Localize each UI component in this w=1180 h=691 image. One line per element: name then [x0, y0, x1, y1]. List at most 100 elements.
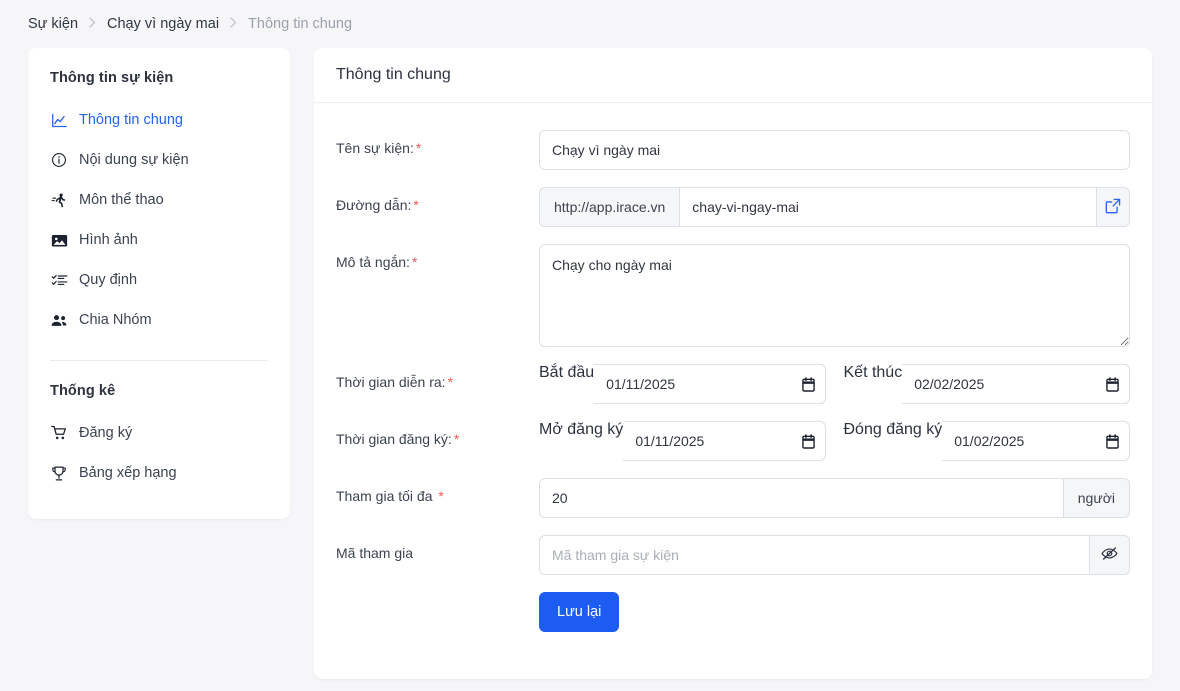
sidebar: Thông tin sự kiện Thông tin chung Nội du… [28, 48, 290, 519]
sidebar-item-label: Bảng xếp hạng [79, 465, 177, 481]
breadcrumb: Sự kiện Chạy vì ngày mai Thông tin chung [0, 0, 1180, 48]
label-event-name: Tên sự kiện: * [336, 130, 539, 157]
list-check-icon [50, 271, 68, 289]
cart-icon [50, 424, 68, 442]
save-button[interactable]: Lưu lại [539, 592, 620, 632]
chart-line-icon [50, 111, 68, 129]
register-open-group: Mở đăng ký 01/11/2025 [539, 421, 826, 461]
required-marker: * [411, 254, 418, 270]
image-icon [50, 231, 68, 249]
short-desc-textarea[interactable] [539, 244, 1130, 347]
breadcrumb-item-su-kien[interactable]: Sự kiện [28, 16, 78, 32]
sidebar-divider [50, 360, 268, 361]
sidebar-section-title-event-info: Thông tin sự kiện [50, 70, 174, 86]
label-text: Tên sự kiện: [336, 140, 414, 156]
register-close-date-input[interactable]: 01/02/2025 [942, 421, 1130, 461]
sidebar-item-noi-dung-su-kien[interactable]: Nội dung sự kiện [50, 140, 268, 180]
label-text: Đường dẫn: [336, 197, 412, 213]
form-row-slug: Đường dẫn: * http://app.irace.vn [336, 187, 1130, 227]
max-participants-suffix-addon: người [1063, 478, 1130, 518]
sidebar-item-hinh-anh[interactable]: Hình ảnh [50, 220, 268, 260]
form-row-short-desc: Mô tả ngắn: * [336, 244, 1130, 347]
label-register-time: Thời gian đăng ký: * [336, 421, 539, 448]
required-marker: * [413, 197, 419, 213]
sidebar-item-label: Nội dung sự kiện [79, 152, 189, 168]
register-open-date-input[interactable]: 01/11/2025 [623, 421, 826, 461]
form-row-actions: Lưu lại [336, 592, 1130, 632]
sidebar-section-title-stats: Thống kê [50, 383, 116, 399]
register-close-date-value: 01/02/2025 [954, 433, 1025, 449]
max-participants-input-group: người [539, 478, 1130, 518]
sidebar-item-thong-tin-chung[interactable]: Thông tin chung [50, 100, 268, 140]
general-info-form: Tên sự kiện:* Đường dẫn:* http://app.ira… [314, 103, 1152, 679]
register-close-group: Đóng đăng ký 01/02/2025 [843, 421, 1130, 461]
sidebar-item-dang-ky[interactable]: Đăng ký [50, 413, 268, 453]
control-event-time: Bắt đầu 01/11/2025 Kết thúc 02/02/2025 [539, 364, 1130, 404]
required-marker: * [447, 374, 454, 390]
required-marker: * [438, 488, 444, 504]
sidebar-item-quy-dinh[interactable]: Quy định [50, 260, 268, 300]
required-marker: * [453, 431, 460, 447]
join-code-input[interactable] [539, 535, 1091, 575]
label-max-participants: Tham gia tối đa * [336, 478, 539, 505]
register-open-date-value: 01/11/2025 [635, 433, 705, 449]
sidebar-item-label: Thông tin chung [79, 112, 183, 128]
open-link-button[interactable] [1096, 187, 1130, 227]
control-max-participants: người [539, 478, 1130, 518]
sidebar-item-chia-nhom[interactable]: Chia Nhóm [50, 300, 268, 340]
label-join-code: Mã tham gia [336, 545, 414, 561]
label-text: Thời gian đăng ký: [336, 431, 452, 447]
control-short-desc [539, 244, 1130, 347]
label-text: Tham gia tối đa [336, 488, 433, 504]
eye-slash-icon [1101, 546, 1118, 564]
sidebar-item-mon-the-thao[interactable]: Môn thể thao [50, 180, 268, 220]
external-link-icon [1105, 198, 1121, 217]
event-end-date-input[interactable]: 02/02/2025 [902, 364, 1130, 404]
chevron-right-icon [89, 16, 96, 30]
control-join-code [539, 535, 1130, 575]
calendar-icon[interactable] [801, 376, 815, 392]
event-end-group: Kết thúc 02/02/2025 [843, 364, 1130, 404]
sidebar-item-label: Hình ảnh [79, 232, 138, 248]
trophy-icon [50, 464, 68, 482]
form-row-event-time: Thời gian diễn ra:* Bắt đầu 01/11/2025 [336, 364, 1130, 404]
slug-input[interactable] [679, 187, 1097, 227]
slug-prefix-addon: http://app.irace.vn [539, 187, 680, 227]
label-short-desc: Mô tả ngắn: * [336, 244, 539, 271]
event-start-group: Bắt đầu 01/11/2025 [539, 364, 826, 404]
form-row-register-time: Thời gian đăng ký: * Mở đăng ký 01/11/202… [336, 421, 1130, 461]
event-start-addon: Bắt đầu [539, 364, 595, 381]
event-start-date-input[interactable]: 01/11/2025 [594, 364, 826, 404]
info-circle-icon [50, 151, 68, 169]
event-end-addon: Kết thúc [843, 364, 903, 381]
form-row-join-code: Mã tham gia [336, 535, 1130, 575]
breadcrumb-item-current: Thông tin chung [248, 16, 353, 32]
slug-input-group: http://app.irace.vn [539, 187, 1130, 227]
calendar-icon[interactable] [801, 433, 815, 449]
toggle-join-code-visibility-button[interactable] [1090, 535, 1130, 575]
label-slug: Đường dẫn: * [336, 187, 539, 214]
chevron-right-icon-2 [230, 16, 237, 30]
breadcrumb-item-chay-vi-ngay-mai[interactable]: Chạy vì ngày mai [107, 16, 219, 32]
event-name-input[interactable] [539, 130, 1130, 170]
sidebar-item-bang-xep-hang[interactable]: Bảng xếp hạng [50, 453, 268, 493]
required-marker: * [415, 140, 422, 156]
sidebar-item-label: Quy định [79, 272, 138, 288]
sidebar-item-label: Chia Nhóm [79, 312, 152, 328]
running-icon [50, 191, 68, 209]
control-register-time: Mở đăng ký 01/11/2025 Đóng đăng ký 01/02… [539, 421, 1130, 461]
calendar-icon[interactable] [1106, 376, 1119, 392]
label-text: Thời gian diễn ra: [336, 374, 446, 390]
register-time-range: Mở đăng ký 01/11/2025 Đóng đăng ký 01/02… [539, 421, 1130, 461]
sidebar-item-label: Đăng ký [79, 425, 133, 441]
form-row-max-participants: Tham gia tối đa * người [336, 478, 1130, 518]
register-open-addon: Mở đăng ký [539, 421, 624, 438]
max-participants-input[interactable] [539, 478, 1064, 518]
general-info-card: Thông tin chung Tên sự kiện:* Đường dẫn:… [314, 48, 1152, 679]
event-time-range: Bắt đầu 01/11/2025 Kết thúc 02/02/2025 [539, 364, 1130, 404]
form-row-event-name: Tên sự kiện: * [336, 130, 1130, 170]
register-close-addon: Đóng đăng ký [843, 421, 943, 438]
card-title: Thông tin chung [314, 48, 1152, 103]
calendar-icon[interactable] [1106, 433, 1119, 449]
people-group-icon [50, 311, 68, 329]
